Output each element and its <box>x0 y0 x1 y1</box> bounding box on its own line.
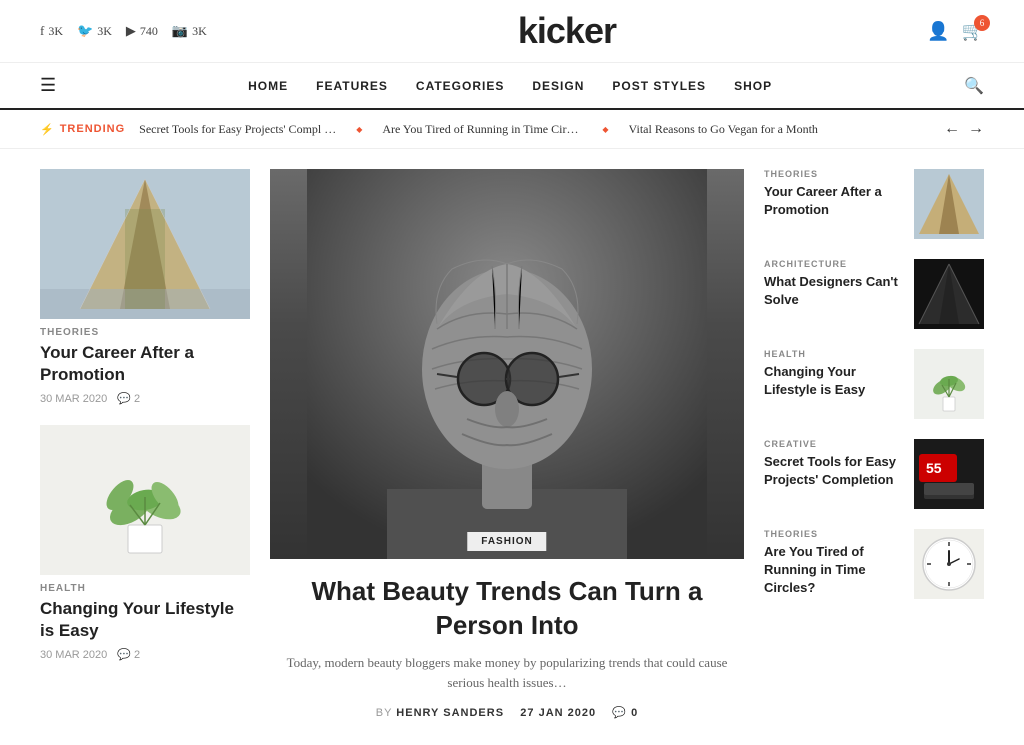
instagram-link[interactable]: 📷 3K <box>172 23 207 39</box>
facebook-link[interactable]: f 3K <box>40 23 63 39</box>
instagram-icon: 📷 <box>172 23 188 39</box>
youtube-count: 740 <box>140 24 158 39</box>
card-career-image[interactable] <box>40 169 250 319</box>
right-thumb-health[interactable] <box>914 349 984 419</box>
right-item-creative: CREATIVE Secret Tools for Easy Projects'… <box>764 439 984 509</box>
right-item-creative-category: CREATIVE <box>764 439 902 449</box>
right-item-theories-info: THEORIES Are You Tired of Running in Tim… <box>764 529 902 598</box>
right-item-career-info: THEORIES Your Career After a Promotion <box>764 169 902 219</box>
youtube-icon: ▶ <box>126 23 136 39</box>
trending-item-3[interactable]: Vital Reasons to Go Vegan for a Month <box>629 122 818 137</box>
trending-dot-2: ◆ <box>602 125 608 134</box>
right-item-creative-info: CREATIVE Secret Tools for Easy Projects'… <box>764 439 902 489</box>
featured-excerpt: Today, modern beauty bloggers make money… <box>270 653 744 695</box>
twitter-icon: 🐦 <box>77 23 93 39</box>
trending-nav: ← → <box>944 120 984 138</box>
card-career-category: THEORIES <box>40 327 250 338</box>
right-item-career: THEORIES Your Career After a Promotion <box>764 169 984 239</box>
search-icon[interactable]: 🔍 <box>964 76 984 96</box>
instagram-count: 3K <box>192 24 207 39</box>
facebook-icon: f <box>40 23 44 39</box>
right-thumb-arch[interactable] <box>914 259 984 329</box>
trending-item-1[interactable]: Secret Tools for Easy Projects' Compl … <box>139 122 336 137</box>
right-item-career-title[interactable]: Your Career After a Promotion <box>764 183 902 219</box>
featured-content: What Beauty Trends Can Turn a Person Int… <box>270 559 744 719</box>
right-item-arch-category: ARCHITECTURE <box>764 259 902 269</box>
lightning-icon: ⚡ <box>40 123 55 136</box>
left-column: THEORIES Your Career After a Promotion 3… <box>40 169 250 719</box>
trending-bar: ⚡ TRENDING Secret Tools for Easy Project… <box>0 110 1024 149</box>
right-item-health-title[interactable]: Changing Your Lifestyle is Easy <box>764 363 902 399</box>
trending-item-2[interactable]: Are You Tired of Running in Time Circl… <box>382 122 582 137</box>
featured-image[interactable]: FASHION <box>270 169 744 559</box>
card-lifestyle-meta: 30 MAR 2020 💬 2 <box>40 648 250 661</box>
card-lifestyle-title[interactable]: Changing Your Lifestyle is Easy <box>40 598 250 642</box>
card-lifestyle: HEALTH Changing Your Lifestyle is Easy 3… <box>40 425 250 661</box>
trending-dot-1: ◆ <box>356 125 362 134</box>
featured-author[interactable]: HENRY SANDERS <box>396 707 504 719</box>
main-content: THEORIES Your Career After a Promotion 3… <box>0 149 1024 739</box>
trending-prev[interactable]: ← <box>944 120 960 138</box>
featured-tag: FASHION <box>467 532 546 551</box>
cart-button[interactable]: 🛒 6 <box>962 21 984 42</box>
nav-categories[interactable]: CATEGORIES <box>416 79 504 93</box>
nav-design[interactable]: DESIGN <box>532 79 584 93</box>
facebook-count: 3K <box>48 24 63 39</box>
right-thumb-career[interactable] <box>914 169 984 239</box>
right-column: THEORIES Your Career After a Promotion A… <box>764 169 984 719</box>
youtube-link[interactable]: ▶ 740 <box>126 23 158 39</box>
right-item-arch: ARCHITECTURE What Designers Can't Solve <box>764 259 984 329</box>
card-lifestyle-image[interactable] <box>40 425 250 575</box>
right-thumb-creative[interactable]: 55 <box>914 439 984 509</box>
right-item-theories: THEORIES Are You Tired of Running in Tim… <box>764 529 984 599</box>
card-career-meta: 30 MAR 2020 💬 2 <box>40 392 250 405</box>
card-lifestyle-date: 30 MAR 2020 <box>40 649 107 661</box>
right-item-arch-title[interactable]: What Designers Can't Solve <box>764 273 902 309</box>
right-item-health: HEALTH Changing Your Lifestyle is Easy <box>764 349 984 419</box>
card-career: THEORIES Your Career After a Promotion 3… <box>40 169 250 405</box>
top-actions: 👤 🛒 6 <box>927 21 984 42</box>
featured-person-svg <box>270 169 744 559</box>
comment-icon: 💬 <box>117 392 131 405</box>
cart-badge: 6 <box>974 15 990 31</box>
nav-home[interactable]: HOME <box>248 79 288 93</box>
right-item-theories-category: THEORIES <box>764 529 902 539</box>
nav-menu: HOME FEATURES CATEGORIES DESIGN POST STY… <box>248 79 772 93</box>
svg-text:55: 55 <box>926 460 942 476</box>
card-career-comments: 💬 2 <box>117 392 140 405</box>
trending-label: ⚡ TRENDING <box>40 123 125 136</box>
right-item-creative-title[interactable]: Secret Tools for Easy Projects' Completi… <box>764 453 902 489</box>
featured-title[interactable]: What Beauty Trends Can Turn a Person Int… <box>270 575 744 643</box>
featured-meta: BY HENRY SANDERS 27 JAN 2020 💬 0 <box>270 706 744 719</box>
right-item-theories-title[interactable]: Are You Tired of Running in Time Circles… <box>764 543 902 598</box>
nav-post-styles[interactable]: POST STYLES <box>612 79 706 93</box>
nav-shop[interactable]: SHOP <box>734 79 772 93</box>
twitter-link[interactable]: 🐦 3K <box>77 23 112 39</box>
card-career-date: 30 MAR 2020 <box>40 393 107 405</box>
featured-date: 27 JAN 2020 <box>520 707 596 719</box>
center-column: FASHION What Beauty Trends Can Turn a Pe… <box>270 169 744 719</box>
user-icon[interactable]: 👤 <box>927 21 949 42</box>
nav-bar: ☰ HOME FEATURES CATEGORIES DESIGN POST S… <box>0 63 1024 110</box>
card-career-title[interactable]: Your Career After a Promotion <box>40 342 250 386</box>
trending-next[interactable]: → <box>968 120 984 138</box>
card-lifestyle-comments: 💬 2 <box>117 648 140 661</box>
social-links: f 3K 🐦 3K ▶ 740 📷 3K <box>40 23 207 39</box>
comment-icon-2: 💬 <box>117 648 131 661</box>
twitter-count: 3K <box>97 24 112 39</box>
featured-comments: 0 <box>631 707 638 719</box>
nav-features[interactable]: FEATURES <box>316 79 388 93</box>
right-item-health-category: HEALTH <box>764 349 902 359</box>
card-lifestyle-category: HEALTH <box>40 583 250 594</box>
hamburger-menu[interactable]: ☰ <box>40 75 56 96</box>
trending-items: Secret Tools for Easy Projects' Compl … … <box>139 122 930 137</box>
right-item-health-info: HEALTH Changing Your Lifestyle is Easy <box>764 349 902 399</box>
right-item-career-category: THEORIES <box>764 169 902 179</box>
site-title[interactable]: kicker <box>518 10 616 52</box>
right-item-arch-info: ARCHITECTURE What Designers Can't Solve <box>764 259 902 309</box>
right-thumb-theories[interactable] <box>914 529 984 599</box>
top-bar: f 3K 🐦 3K ▶ 740 📷 3K kicker 👤 🛒 6 <box>0 0 1024 63</box>
